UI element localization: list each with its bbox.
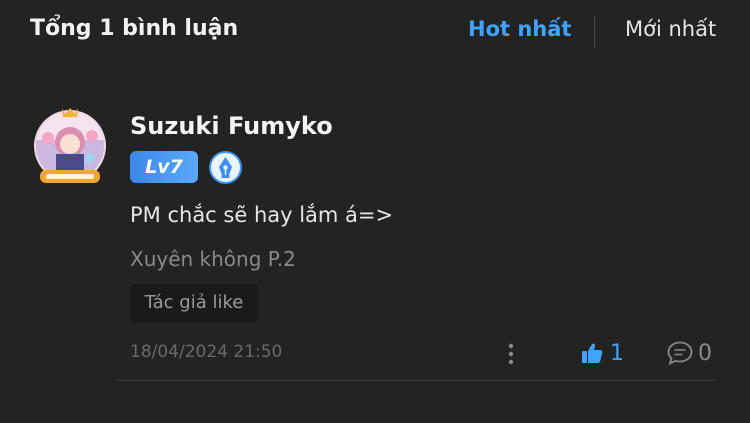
comment-text: PM chắc sẽ hay lắm á=>: [130, 203, 394, 227]
reply-button[interactable]: 0: [666, 338, 712, 368]
more-vertical-icon: [508, 343, 514, 365]
comment-divider: [117, 380, 715, 381]
comment-icon: [667, 341, 693, 366]
author-like-tag: Tác giả like: [130, 284, 258, 322]
thumbs-up-icon: [582, 343, 603, 363]
chapter-link[interactable]: Xuyên không P.2: [130, 247, 296, 271]
reply-count: 0: [698, 340, 712, 366]
sort-divider: [594, 16, 595, 48]
comment-count-title: Tổng 1 bình luận: [30, 16, 239, 41]
more-options-button[interactable]: [502, 340, 520, 368]
like-count: 1: [610, 340, 624, 366]
comments-panel: Tổng 1 bình luận Hot nhất Mới nhất Suzuk…: [0, 0, 750, 423]
comment-timestamp: 18/04/2024 21:50: [130, 342, 283, 362]
sort-hot-tab[interactable]: Hot nhất: [468, 17, 571, 41]
comment-username[interactable]: Suzuki Fumyko: [130, 112, 333, 140]
level-badge: Lv7: [130, 151, 198, 183]
avatar[interactable]: [32, 104, 108, 186]
comments-header: Tổng 1 bình luận Hot nhất Mới nhất: [0, 0, 750, 62]
like-button[interactable]: 1: [580, 338, 624, 368]
sort-newest-tab[interactable]: Mới nhất: [625, 17, 716, 41]
pen-badge-icon: [209, 151, 242, 184]
